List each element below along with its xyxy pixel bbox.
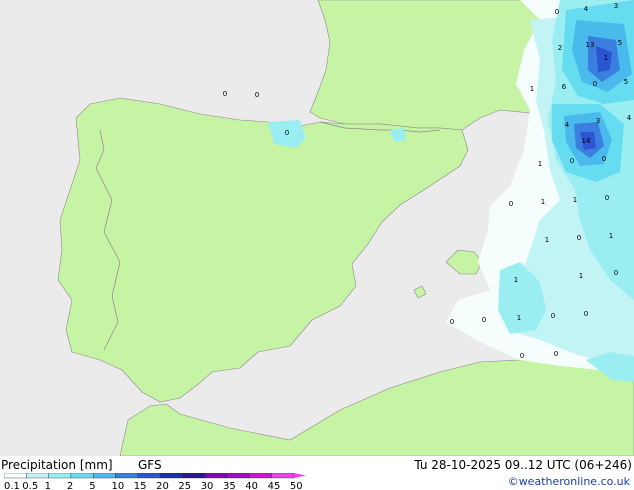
scale-swatch (249, 473, 272, 479)
legend-title: Precipitation [mm] (1, 458, 113, 472)
precip-value-label: 3 (596, 117, 600, 125)
map-canvas: 0 004 302 13 516 0 514 3 4140010 1 1 01 0 11 010 1 0 000 0 (0, 0, 634, 456)
precip-value-label: 1 (573, 196, 577, 204)
precip-value-label: 5 (618, 39, 622, 47)
precip-value-label: 0 (551, 312, 555, 320)
precip-value-label: 0 (555, 8, 559, 16)
color-scale: 0.1 0.5 1 2 5 10 15 20 25 30 35 40 45 50 (4, 473, 306, 490)
scale-tick-label: 35 (223, 481, 236, 490)
scale-swatch (70, 473, 94, 479)
precip-value-label: 1 (604, 54, 608, 62)
precip-value-label: 0 (577, 234, 581, 242)
precip-value-label: 6 (562, 83, 567, 91)
run-info: Tu 28-10-2025 09..12 UTC (06+246) (414, 458, 632, 472)
precip-value-label: 0 (223, 90, 227, 98)
precip-value-label: 0 (450, 318, 454, 326)
precip-value-label: 0 (554, 350, 558, 358)
scale-tick-label: 25 (178, 481, 191, 490)
precip-value-label: 2 (558, 44, 562, 52)
scale-swatch (226, 473, 250, 479)
scale-tick-label: 10 (112, 481, 125, 490)
precip-value-label: 0 (605, 194, 609, 202)
scale-tick-label: 1 (45, 481, 51, 490)
precip-value-label: 14 (582, 137, 591, 145)
scale-swatch (4, 473, 27, 479)
scale-tick-label: 15 (134, 481, 147, 490)
scale-tick-label: 45 (268, 481, 281, 490)
precip-value-label: 0 (520, 352, 524, 360)
precip-value-label: 4 (584, 5, 589, 13)
precip-value-label: 1 (538, 160, 542, 168)
legend-bar: Precipitation [mm] GFS Tu 28-10-2025 09.… (0, 456, 634, 490)
credit-link[interactable]: ©weatheronline.co.uk (508, 475, 630, 489)
precip-value-label: 0 (570, 157, 574, 165)
precip-value-label: 1 (517, 314, 521, 322)
precip-value-label: 0 (482, 316, 486, 324)
legend-model: GFS (138, 458, 162, 472)
precip-value-label: 1 (514, 276, 518, 284)
scale-tick-label: 20 (156, 481, 169, 490)
precip-value-label: 0 (602, 155, 606, 163)
precip-value-label: 13 (586, 41, 595, 49)
precip-value-label: 1 (530, 85, 534, 93)
scale-tick-label: 50 (290, 481, 303, 490)
precip-value-label: 0 (584, 310, 588, 318)
scale-tick-label: 2 (67, 481, 73, 490)
scale-tick-label: 0.1 (4, 481, 20, 490)
precip-value-label: 0 (255, 91, 259, 99)
precip-value-label: 1 (545, 236, 549, 244)
precip-value-label: 0 (614, 269, 618, 277)
scale-swatch (115, 473, 138, 479)
scale-swatch (92, 473, 116, 479)
scale-arrow (293, 473, 306, 478)
precip-value-label: 1 (541, 198, 545, 206)
precip-value-label: 0 (509, 200, 513, 208)
scale-swatch (182, 473, 205, 479)
scale-tick-label: 30 (201, 481, 214, 490)
precip-value-label: 1 (609, 232, 613, 240)
precip-value-label: 0 (285, 129, 289, 137)
scale-tick-label: 40 (245, 481, 258, 490)
scale-swatch (26, 473, 49, 479)
scale-tick-label: 5 (89, 481, 95, 490)
precip-value-label: 4 (627, 114, 632, 122)
scale-swatch (204, 473, 228, 479)
precip-value-label: 0 (593, 80, 597, 88)
precipitation-map-view: 0 0 0 4 3 0 2 13 5 1 6 0 5 1 4 3 4 14 0 0 1 0 1 1 0 1 0 1 1 0 1 0 1 0 0 0 0 0… (0, 0, 634, 490)
scale-swatch (159, 473, 183, 479)
scale-swatch (48, 473, 72, 479)
precip-value-label: 1 (579, 272, 583, 280)
scale-swatch (137, 473, 161, 479)
precip-value-label: 5 (624, 78, 628, 86)
precip-value-label: 3 (614, 2, 618, 10)
scale-swatch (271, 473, 295, 479)
precip-value-label: 4 (565, 121, 570, 129)
scale-tick-label: 0.5 (22, 481, 38, 490)
